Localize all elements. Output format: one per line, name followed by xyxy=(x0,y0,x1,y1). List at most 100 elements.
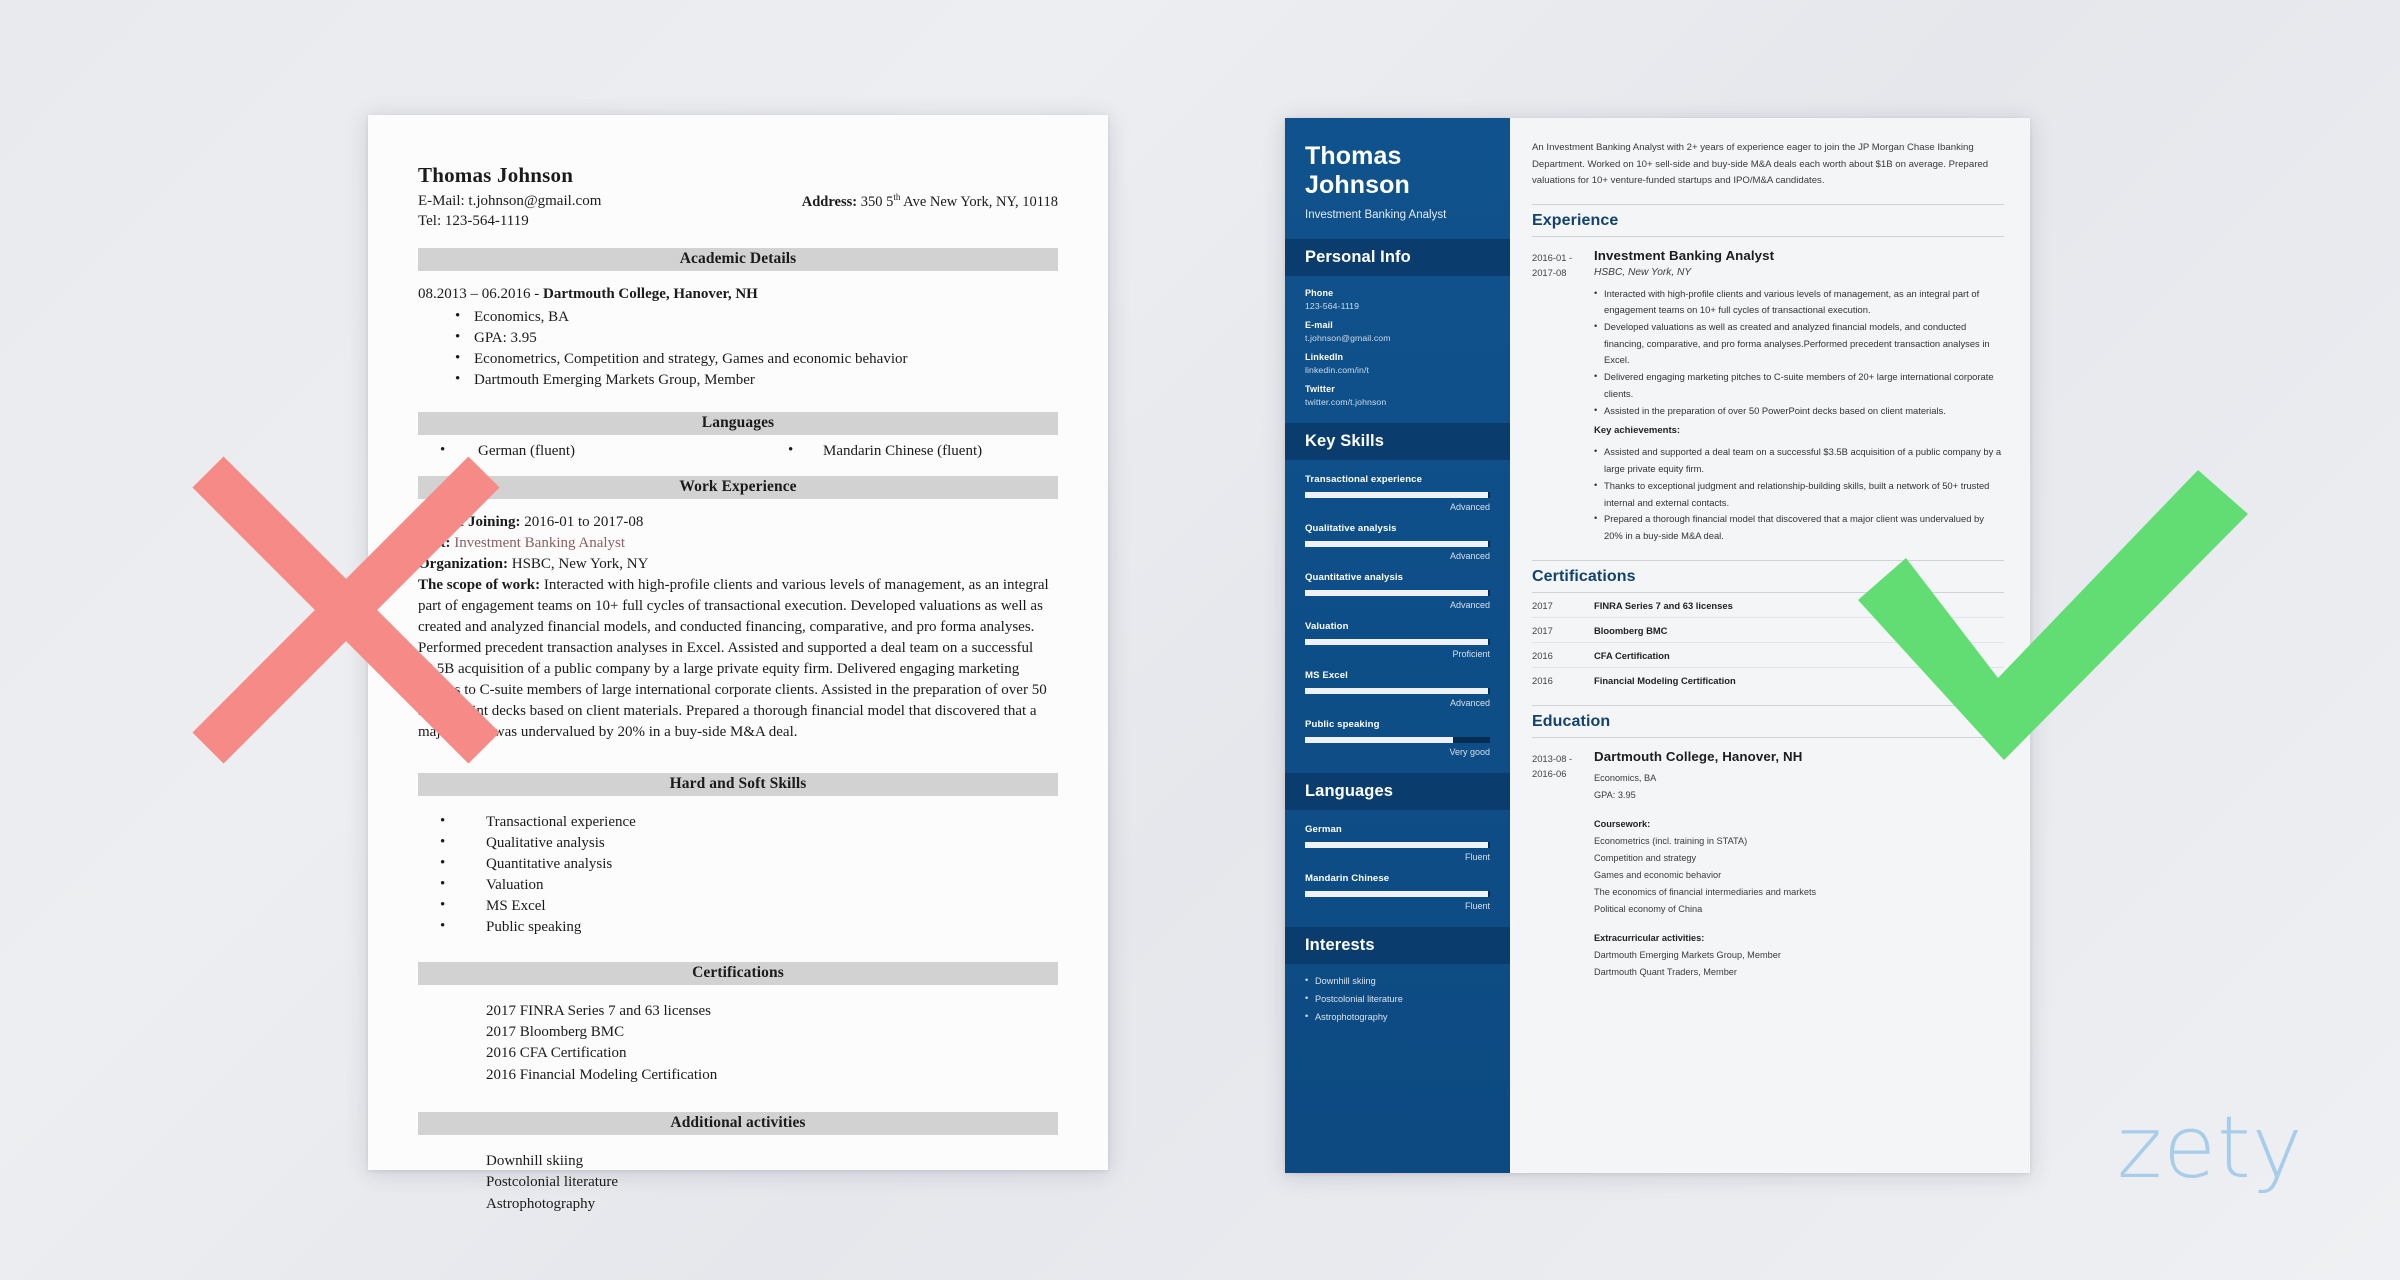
certification-name: FINRA Series 7 and 63 licenses xyxy=(1594,599,1733,611)
list-item: Transactional experience xyxy=(418,811,1058,833)
list-item: Valuation xyxy=(418,874,1058,896)
sidebar-skills: Transactional experience Advanced Qualit… xyxy=(1285,460,1510,761)
skill-name: Public speaking xyxy=(1305,719,1380,730)
contact-value-phone: 123-564-1119 xyxy=(1305,301,1360,311)
skill-progress-fill xyxy=(1305,590,1489,596)
education-school: Dartmouth College, Hanover, NH xyxy=(1594,748,1803,764)
coursework-item: Games and economic behavior xyxy=(1594,869,1722,880)
table-row: 2017 FINRA Series 7 and 63 licenses xyxy=(1532,593,2004,618)
skill-name: MS Excel xyxy=(1305,670,1348,681)
resume-main-column: An Investment Banking Analyst with 2+ ye… xyxy=(1510,118,2030,1173)
sidebar-languages: German Fluent Mandarin Chinese Fluent xyxy=(1285,810,1510,915)
education-date-to: 2016-06 xyxy=(1532,768,1567,780)
skill-level: Advanced xyxy=(1449,600,1490,610)
contact-label-twitter: Twitter xyxy=(1305,384,1335,394)
table-row: 2016 CFA Certification xyxy=(1532,643,2004,668)
skill-progress-bar xyxy=(1305,639,1490,645)
experience-bullet-list: Interacted with high-profile clients and… xyxy=(1594,284,2004,420)
experience-date-from: 2016-01 - xyxy=(1532,251,1573,263)
skill-progress-fill xyxy=(1305,639,1489,645)
language-progress-bar xyxy=(1305,891,1490,897)
work-scope-value: Interacted with high-profile clients and… xyxy=(418,576,1049,740)
academic-school: Dartmouth College, Hanover, NH xyxy=(543,285,758,302)
work-date-value: 2016-01 to 2017-08 xyxy=(520,513,644,530)
experience-organization: HSBC, New York, NY xyxy=(1594,266,1692,278)
education-dates: 2013-08 - 2016-06 xyxy=(1532,749,1594,981)
interest-item: Postcolonial literature xyxy=(1305,993,1490,1004)
skill-row: Transactional experience Advanced xyxy=(1305,474,1490,512)
table-row: 2016 Financial Modeling Certification xyxy=(1532,668,2004,692)
section-heading-education: Education xyxy=(1532,704,2004,738)
skill-name: Qualitative analysis xyxy=(1305,523,1397,534)
section-heading-experience: Experience xyxy=(1532,203,2004,237)
list-item: 2017 Bloomberg BMC xyxy=(486,1024,625,1041)
skill-progress-fill xyxy=(1305,541,1489,547)
skill-level: Very good xyxy=(1449,747,1490,757)
certification-year: 2017 xyxy=(1532,624,1553,636)
address-value-pre: 350 5 xyxy=(860,193,894,210)
skill-row: Public speaking Very good xyxy=(1305,719,1490,757)
list-item: Thanks to exceptional judgment and relat… xyxy=(1594,477,2004,511)
skill-progress-bar xyxy=(1305,737,1490,743)
language-name: Mandarin Chinese xyxy=(1305,873,1390,884)
extracurricular-item: Dartmouth Quant Traders, Member xyxy=(1594,966,1737,977)
skill-name: Valuation xyxy=(1305,621,1349,632)
interest-item: Downhill skiing xyxy=(1305,975,1490,986)
language-item: Mandarin Chinese (fluent) xyxy=(713,442,1058,460)
education-entry: 2013-08 - 2016-06 Dartmouth College, Han… xyxy=(1532,738,2004,983)
contact-value-linkedin[interactable]: linkedin.com/in/t xyxy=(1305,365,1490,375)
skill-level: Advanced xyxy=(1449,551,1490,561)
academic-bullet-list: Economics, BA GPA: 3.95 Econometrics, Co… xyxy=(418,306,1058,392)
sidebar-name: Thomas Johnson xyxy=(1305,142,1490,199)
certifications-list: 2017 FINRA Series 7 and 63 licenses 2017… xyxy=(418,985,1058,1086)
list-item: Interacted with high-profile clients and… xyxy=(1594,284,2004,319)
skills-bullet-list: Transactional experience Qualitative ana… xyxy=(418,798,1058,940)
education-details: Economics, BA GPA: 3.95 Coursework: Econ… xyxy=(1594,770,2004,981)
skill-row: Qualitative analysis Advanced xyxy=(1305,523,1490,561)
list-item: Developed valuations as well as created … xyxy=(1594,318,2004,369)
academic-dates: 08.2013 – 06.2016 - xyxy=(418,285,543,302)
resume-sidebar: Thomas Johnson Investment Banking Analys… xyxy=(1285,118,1510,1173)
experience-dates: 2016-01 - 2017-08 xyxy=(1532,248,1594,545)
contact-value-twitter[interactable]: twitter.com/t.johnson xyxy=(1305,397,1490,407)
experience-entry: 2016-01 - 2017-08 Investment Banking Ana… xyxy=(1532,237,2004,547)
work-post-label: Post: xyxy=(418,534,451,551)
skill-progress-fill xyxy=(1305,737,1453,743)
work-org-line: Organization: HSBC, New York, NY xyxy=(418,554,1058,575)
certification-name: Bloomberg BMC xyxy=(1594,624,1668,636)
skill-progress-bar xyxy=(1305,688,1490,694)
address-label: Address: xyxy=(801,193,858,210)
education-date-from: 2013-08 - xyxy=(1532,752,1573,764)
bad-resume-address: Address: 350 5th Ave New York, NY, 10118 xyxy=(802,192,1058,212)
coursework-item: Political economy of China xyxy=(1594,903,1703,914)
contact-label-email: E-mail xyxy=(1305,320,1333,330)
work-post-value: Investment Banking Analyst xyxy=(450,534,626,551)
language-row: German Fluent xyxy=(1305,824,1490,862)
contact-label-linkedin: LinkedIn xyxy=(1305,352,1344,362)
list-item: Astrophotography xyxy=(486,1195,596,1212)
section-header-languages: Languages xyxy=(418,411,1058,435)
certification-year: 2016 xyxy=(1532,674,1553,686)
list-item: Prepared a thorough financial model that… xyxy=(1594,510,2004,544)
certification-name: Financial Modeling Certification xyxy=(1594,674,1736,686)
list-item: Postcolonial literature xyxy=(486,1174,619,1191)
skill-progress-bar xyxy=(1305,492,1490,498)
sidebar-section-key-skills: Key Skills xyxy=(1285,423,1510,460)
list-item: Public speaking xyxy=(418,916,1058,938)
skill-row: Quantitative analysis Advanced xyxy=(1305,572,1490,610)
bad-resume-name: Thomas Johnson xyxy=(418,163,574,187)
skill-name: Transactional experience xyxy=(1305,474,1423,485)
list-item: Quantitative analysis xyxy=(418,853,1058,875)
education-body: Dartmouth College, Hanover, NH Economics… xyxy=(1594,749,2004,981)
certifications-table: 2017 FINRA Series 7 and 63 licenses 2017… xyxy=(1532,593,2004,692)
section-header-academic-details: Academic Details xyxy=(418,247,1058,271)
education-gpa: GPA: 3.95 xyxy=(1594,789,1636,800)
contact-value-email: t.johnson@gmail.com xyxy=(1305,333,1391,343)
good-resume-document: Thomas Johnson Investment Banking Analys… xyxy=(1285,118,2030,1173)
certification-year: 2017 xyxy=(1532,599,1553,611)
list-item: MS Excel xyxy=(418,895,1058,917)
certification-name: CFA Certification xyxy=(1594,649,1670,661)
list-item: Assisted in the preparation of over 50 P… xyxy=(1594,402,2004,420)
